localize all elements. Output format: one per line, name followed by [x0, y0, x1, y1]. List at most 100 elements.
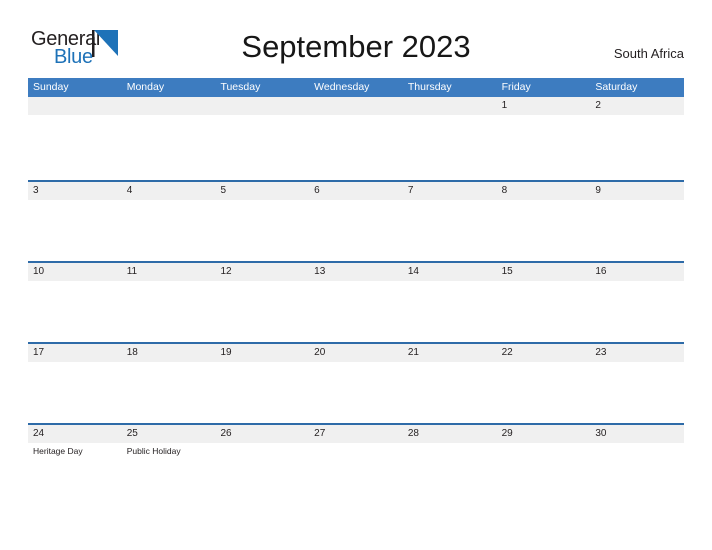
event-cell[interactable] — [497, 115, 591, 118]
event-cell[interactable]: Public Holiday — [122, 443, 216, 457]
event-cell[interactable] — [215, 281, 309, 284]
day-cell[interactable] — [403, 97, 497, 115]
day-number: 29 — [501, 428, 513, 439]
day-number: 14 — [407, 266, 419, 277]
event-cell[interactable] — [309, 362, 403, 365]
day-number: 2 — [595, 100, 601, 111]
day-cell[interactable]: 6 — [309, 182, 403, 200]
event-cell[interactable] — [122, 281, 216, 284]
day-number: 7 — [407, 185, 414, 196]
day-number: 22 — [501, 347, 513, 358]
day-cell[interactable]: 15 — [497, 263, 591, 281]
week-row: 3 4 5 6 7 8 9 — [28, 180, 684, 261]
day-number: 24 — [33, 428, 45, 439]
day-cell[interactable]: 20 — [309, 344, 403, 362]
day-cell[interactable]: 26 — [215, 425, 309, 443]
event-cell[interactable] — [590, 200, 684, 203]
event-cell[interactable] — [122, 200, 216, 203]
event-cell[interactable] — [28, 200, 122, 203]
week-row: 24 25 26 27 28 29 30 Heritage Day Public… — [28, 423, 684, 504]
day-cell[interactable]: 7 — [403, 182, 497, 200]
day-cell[interactable]: 12 — [215, 263, 309, 281]
event-cell[interactable] — [215, 115, 309, 118]
weekday-header-sunday: Sunday — [33, 81, 69, 93]
day-cell[interactable]: 8 — [497, 182, 591, 200]
event-cell[interactable] — [497, 443, 591, 457]
event-cell[interactable] — [309, 281, 403, 284]
event-cell[interactable] — [497, 200, 591, 203]
day-cell[interactable] — [122, 97, 216, 115]
day-number: 16 — [595, 266, 607, 277]
event-cell[interactable] — [497, 281, 591, 284]
day-cell[interactable]: 29 — [497, 425, 591, 443]
day-number: 3 — [33, 185, 39, 196]
week-date-band: 3 4 5 6 7 8 9 — [28, 182, 684, 200]
event-cell[interactable] — [497, 362, 591, 365]
weekday-header-tuesday: Tuesday — [220, 81, 261, 93]
event-cell[interactable] — [403, 115, 497, 118]
event-label: Heritage Day — [33, 446, 83, 456]
day-cell[interactable]: 4 — [122, 182, 216, 200]
day-cell[interactable]: 28 — [403, 425, 497, 443]
day-cell[interactable]: 17 — [28, 344, 122, 362]
event-cell[interactable] — [28, 115, 122, 118]
event-label: Public Holiday — [126, 446, 181, 456]
day-number: 20 — [314, 347, 326, 358]
week-row: 1 2 — [28, 97, 684, 180]
day-cell[interactable]: 18 — [122, 344, 216, 362]
event-cell[interactable] — [28, 362, 122, 365]
day-number: 1 — [501, 100, 508, 111]
event-cell[interactable] — [309, 443, 403, 457]
day-cell[interactable] — [309, 97, 403, 115]
day-cell[interactable]: 19 — [215, 344, 309, 362]
event-cell[interactable]: Heritage Day — [28, 443, 122, 457]
event-cell[interactable] — [28, 281, 122, 284]
week-event-band — [28, 362, 684, 365]
event-cell[interactable] — [403, 281, 497, 284]
day-cell[interactable]: 2 — [590, 97, 684, 115]
event-cell[interactable] — [122, 115, 216, 118]
event-cell[interactable] — [403, 362, 497, 365]
event-cell[interactable] — [590, 362, 684, 365]
day-cell[interactable] — [215, 97, 309, 115]
page-title: September 2023 — [241, 29, 471, 64]
day-number: 5 — [220, 185, 226, 196]
event-cell[interactable] — [122, 362, 216, 365]
event-cell[interactable] — [403, 200, 497, 203]
day-cell[interactable]: 21 — [403, 344, 497, 362]
event-cell[interactable] — [590, 443, 684, 457]
day-cell[interactable]: 16 — [590, 263, 684, 281]
event-cell[interactable] — [403, 443, 497, 457]
week-event-band: Heritage Day Public Holiday — [28, 443, 684, 457]
day-cell[interactable]: 1 — [497, 97, 591, 115]
weekday-header-saturday: Saturday — [595, 81, 638, 93]
event-cell[interactable] — [215, 200, 309, 203]
calendar-page: General Blue September 2023 South Africa… — [0, 0, 712, 550]
day-cell[interactable] — [28, 97, 122, 115]
day-cell[interactable]: 25 — [122, 425, 216, 443]
day-cell[interactable]: 24 — [28, 425, 122, 443]
day-cell[interactable]: 10 — [28, 263, 122, 281]
event-cell[interactable] — [590, 281, 684, 284]
week-event-band — [28, 200, 684, 203]
day-cell[interactable]: 14 — [403, 263, 497, 281]
event-cell[interactable] — [309, 200, 403, 203]
day-cell[interactable]: 11 — [122, 263, 216, 281]
day-cell[interactable]: 5 — [215, 182, 309, 200]
day-cell[interactable]: 30 — [590, 425, 684, 443]
event-cell[interactable] — [309, 115, 403, 118]
event-cell[interactable] — [215, 443, 309, 457]
weekday-header-row: Sunday Monday Tuesday Wednesday Thursday… — [28, 78, 684, 97]
week-date-band: 1 2 — [28, 97, 684, 115]
day-cell[interactable]: 9 — [590, 182, 684, 200]
day-cell[interactable]: 27 — [309, 425, 403, 443]
day-cell[interactable]: 22 — [497, 344, 591, 362]
event-cell[interactable] — [215, 362, 309, 365]
weekday-header-thursday: Thursday — [407, 81, 452, 93]
day-cell[interactable]: 23 — [590, 344, 684, 362]
day-cell[interactable]: 3 — [28, 182, 122, 200]
page-header: General Blue September 2023 South Africa — [0, 0, 712, 78]
day-number: 6 — [314, 185, 320, 196]
day-cell[interactable]: 13 — [309, 263, 403, 281]
event-cell[interactable] — [590, 115, 684, 118]
